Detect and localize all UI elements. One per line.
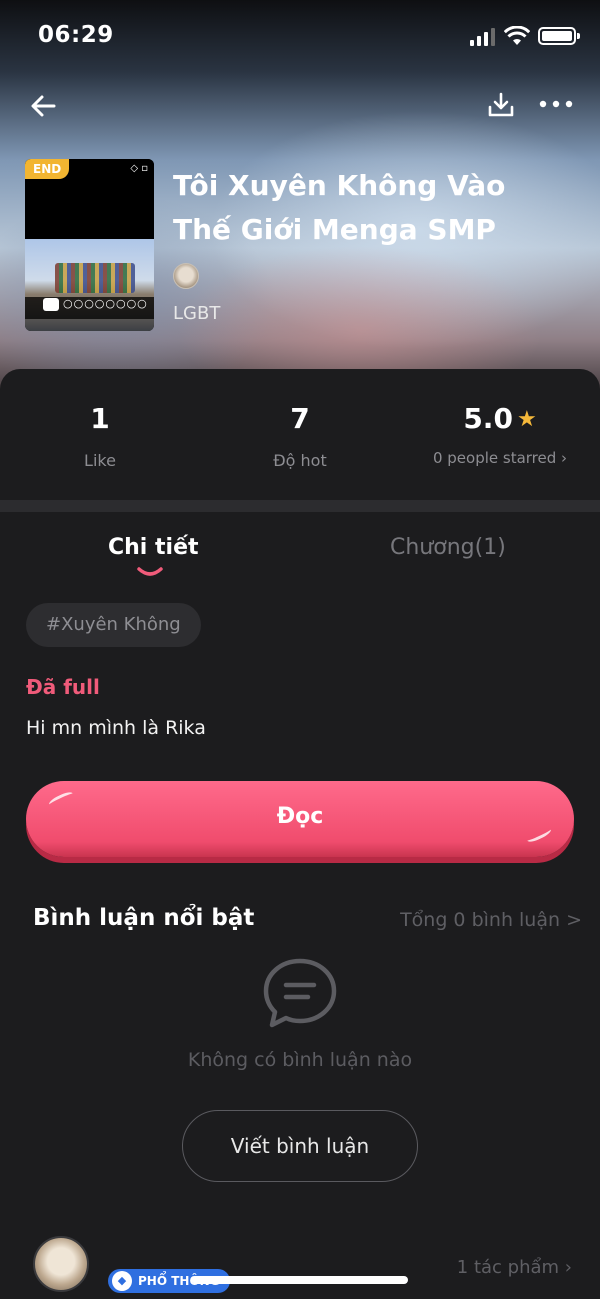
star-icon: ★ xyxy=(516,407,537,432)
author-profile-avatar[interactable] xyxy=(33,1236,89,1292)
end-badge: END xyxy=(25,159,70,179)
rank-icon: ◆ xyxy=(112,1271,132,1291)
rating-label: 0 people starred › xyxy=(432,449,568,467)
wifi-icon xyxy=(504,26,530,45)
hot-count: 7 xyxy=(290,402,310,435)
battery-icon xyxy=(538,27,580,45)
read-button[interactable]: Đọc xyxy=(26,781,574,857)
book-description: Hi mn mình là Rika xyxy=(26,717,206,739)
signal-icon xyxy=(470,28,495,46)
section-divider xyxy=(0,500,600,512)
read-button-label: Đọc xyxy=(276,804,324,829)
cover-corner-icon: ◇ ▫ xyxy=(130,163,148,174)
book-title: Tôi Xuyên Không Vào Thế Giới Menga SMP xyxy=(173,169,506,246)
cover-chat-icon xyxy=(43,298,59,311)
tab-indicator xyxy=(137,567,163,576)
button-shine xyxy=(47,789,75,809)
likes-count: 1 xyxy=(90,402,110,435)
cover-dots: ○○○○○○○○ xyxy=(63,297,148,310)
no-comments-text: Không có bình luận nào xyxy=(187,1049,413,1071)
stat-rating[interactable]: 5.0 ★ 0 people starred › xyxy=(400,399,600,467)
tab-detail[interactable]: Chi tiết xyxy=(108,535,199,560)
tag-chip[interactable]: #Xuyên Không xyxy=(26,603,201,647)
book-genre: LGBT xyxy=(173,303,221,324)
book-cover[interactable]: ○○○○○○○○ ◇ ▫ END xyxy=(25,159,154,331)
button-shine xyxy=(525,825,553,845)
top-nav xyxy=(0,84,600,128)
rating-row: 5.0 ★ xyxy=(400,399,600,439)
stats-row: 1 Like 7 Độ hot 5.0 ★ 0 people starred › xyxy=(0,369,600,499)
back-arrow-icon[interactable] xyxy=(28,90,60,122)
likes-label: Like xyxy=(84,451,116,470)
status-time: 06:29 xyxy=(38,22,114,48)
home-indicator xyxy=(192,1276,408,1284)
cover-characters xyxy=(55,263,135,293)
completion-status: Đã full xyxy=(26,675,100,699)
detail-panel: 1 Like 7 Độ hot 5.0 ★ 0 people starred › … xyxy=(0,369,600,1299)
comment-bubble-icon xyxy=(263,958,337,1028)
tab-chapters[interactable]: Chương(1) xyxy=(390,535,506,560)
download-icon[interactable] xyxy=(486,90,516,120)
author-works-link[interactable]: 1 tác phẩm › xyxy=(457,1257,572,1278)
author-avatar[interactable] xyxy=(173,263,199,289)
comments-title: Bình luận nổi bật xyxy=(33,905,255,931)
stat-hot: 7 Độ hot xyxy=(200,399,400,470)
rating-value: 5.0 xyxy=(463,402,513,435)
stat-likes: 1 Like xyxy=(0,399,200,470)
write-comment-button[interactable]: Viết bình luận xyxy=(182,1110,418,1182)
more-icon[interactable] xyxy=(538,98,574,110)
status-bar: 06:29 xyxy=(0,0,600,72)
comments-total-link[interactable]: Tổng 0 bình luận > xyxy=(400,909,582,931)
hot-label: Độ hot xyxy=(273,451,327,470)
